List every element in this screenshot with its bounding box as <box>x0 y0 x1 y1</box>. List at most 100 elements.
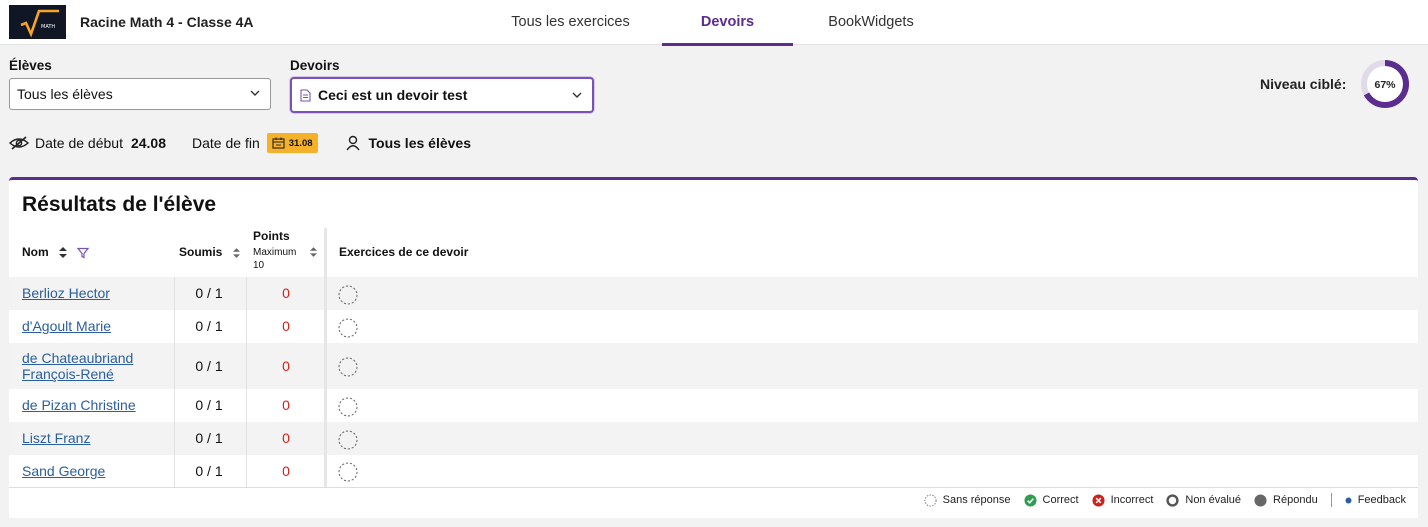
app-title: Racine Math 4 - Classe 4A <box>80 14 254 30</box>
column-divider <box>246 277 247 487</box>
sort-icon[interactable] <box>59 247 68 259</box>
chevron-down-icon <box>250 90 260 96</box>
sort-icon[interactable] <box>232 248 240 258</box>
legend-item: Non évalué <box>1166 493 1242 507</box>
dot-icon <box>1345 497 1352 503</box>
document-icon <box>300 89 311 102</box>
legend-label: Non évalué <box>1185 494 1242 506</box>
tab-all-exercises[interactable]: Tous les exercices <box>507 0 634 45</box>
points-value: 0 <box>282 463 290 479</box>
student-name-link[interactable]: Berlioz Hector <box>22 285 110 301</box>
column-header-exercises: Exercices de ce devoir <box>339 245 469 259</box>
student-name-link[interactable]: d'Agoult Marie <box>22 318 111 334</box>
submitted-count: 0 / 1 <box>195 397 223 413</box>
table-bottom-border <box>9 487 1418 488</box>
column-header-points[interactable]: Points Maximum 10 <box>253 229 318 271</box>
students-select[interactable]: Tous les élèves <box>9 78 271 110</box>
tab-label: Tous les exercices <box>511 14 630 30</box>
tab-assignments[interactable]: Devoirs <box>662 0 793 46</box>
end-date-badge[interactable]: 31.08 <box>266 133 318 153</box>
points-value: 0 <box>282 358 290 374</box>
no-answer-icon[interactable] <box>338 357 358 377</box>
end-date-value: 31.08 <box>288 137 313 149</box>
chevron-down-icon <box>572 92 582 98</box>
no-answer-icon[interactable] <box>338 397 358 417</box>
legend-item: Répondu <box>1254 493 1318 507</box>
no-answer-icon[interactable] <box>338 318 358 338</box>
students-select-value: Tous les élèves <box>17 86 113 102</box>
submitted-count: 0 / 1 <box>195 285 223 301</box>
table-row: de Pizan Christine 0 / 1 0 <box>9 389 1418 422</box>
filter-icon[interactable] <box>77 247 90 259</box>
submitted-count: 0 / 1 <box>195 430 223 446</box>
target-level-gauge: 67% <box>1360 59 1410 109</box>
column-label: Nom <box>22 245 49 259</box>
assignment-info-bar: Date de début 24.08 Date de fin 31.08 To… <box>9 133 471 153</box>
legend-label: Répondu <box>1273 494 1318 506</box>
column-label: Points <box>253 229 290 243</box>
sort-icon[interactable] <box>310 247 318 258</box>
table-row: Sand George 0 / 1 0 <box>9 455 1418 487</box>
tab-bookwidgets[interactable]: BookWidgets <box>822 0 920 45</box>
student-name-link[interactable]: Liszt Franz <box>22 430 90 446</box>
student-name-link[interactable]: de Chateaubriand François-René <box>22 350 133 382</box>
start-date-value: 24.08 <box>130 135 167 151</box>
check-circle-icon <box>1023 493 1037 507</box>
points-max-value: 10 <box>253 260 265 271</box>
user-icon <box>345 135 360 151</box>
status-legend: Sans réponse Correct Incorrect Non évalu… <box>911 493 1406 507</box>
legend-item: Feedback <box>1345 494 1406 506</box>
x-circle-icon <box>1092 493 1105 507</box>
submitted-count: 0 / 1 <box>195 318 223 334</box>
top-bar: MATH Racine Math 4 - Classe 4A Tous les … <box>0 0 1428 46</box>
student-name-link[interactable]: Sand George <box>22 463 105 479</box>
table-row: Liszt Franz 0 / 1 0 <box>9 422 1418 455</box>
column-divider <box>324 228 327 487</box>
svg-text:MATH: MATH <box>41 24 55 30</box>
column-label: Soumis <box>179 245 223 259</box>
points-value: 0 <box>282 285 290 301</box>
no-answer-icon[interactable] <box>338 285 358 305</box>
points-value: 0 <box>282 318 290 334</box>
legend-label: Sans réponse <box>942 494 1011 506</box>
legend-separator <box>1330 493 1332 507</box>
points-value: 0 <box>282 397 290 413</box>
students-filter-label: Élèves <box>9 58 52 73</box>
student-name-line: de Chateaubriand <box>22 350 134 366</box>
student-name-link[interactable]: de Pizan Christine <box>22 397 136 413</box>
legend-label: Incorrect <box>1110 494 1154 506</box>
column-header-submitted[interactable]: Soumis <box>179 245 240 259</box>
app-logo[interactable]: MATH <box>9 5 66 39</box>
table-row: d'Agoult Marie 0 / 1 0 <box>9 310 1418 343</box>
student-results-card: Résultats de l'élève Nom Soumis Points M… <box>9 177 1418 518</box>
assignment-select-value: Ceci est un devoir test <box>318 87 468 103</box>
calendar-icon <box>272 137 285 149</box>
assignments-filter-label: Devoirs <box>290 58 340 73</box>
table-row: Berlioz Hector 0 / 1 0 <box>9 277 1418 310</box>
points-max-label: Maximum <box>253 247 297 258</box>
legend-label: Correct <box>1042 494 1079 506</box>
column-divider <box>174 277 175 487</box>
student-name-line: François-René <box>22 366 114 382</box>
legend-item: Sans réponse <box>924 493 1011 507</box>
no-answer-icon[interactable] <box>338 462 358 482</box>
tab-label: BookWidgets <box>828 14 914 30</box>
target-level-label: Niveau ciblé: <box>1260 76 1347 92</box>
assigned-students: Tous les élèves <box>368 135 471 151</box>
tab-label: Devoirs <box>700 14 755 30</box>
start-date-label: Date de début <box>35 135 123 151</box>
results-title: Résultats de l'élève <box>22 193 217 216</box>
submitted-count: 0 / 1 <box>195 463 223 479</box>
legend-label: Feedback <box>1357 494 1406 506</box>
dashed-circle-icon <box>924 493 937 507</box>
eye-slash-icon[interactable] <box>9 135 29 151</box>
active-tab-indicator <box>662 43 793 46</box>
legend-item: Correct <box>1023 493 1079 507</box>
end-date-label: Date de fin <box>192 135 260 151</box>
table-row: de Chateaubriand François-René 0 / 1 0 <box>9 343 1418 389</box>
column-header-name[interactable]: Nom <box>22 245 90 259</box>
legend-item: Incorrect <box>1092 493 1154 507</box>
no-answer-icon[interactable] <box>338 430 358 450</box>
assignment-select[interactable]: Ceci est un devoir test <box>290 77 594 113</box>
points-value: 0 <box>282 430 290 446</box>
